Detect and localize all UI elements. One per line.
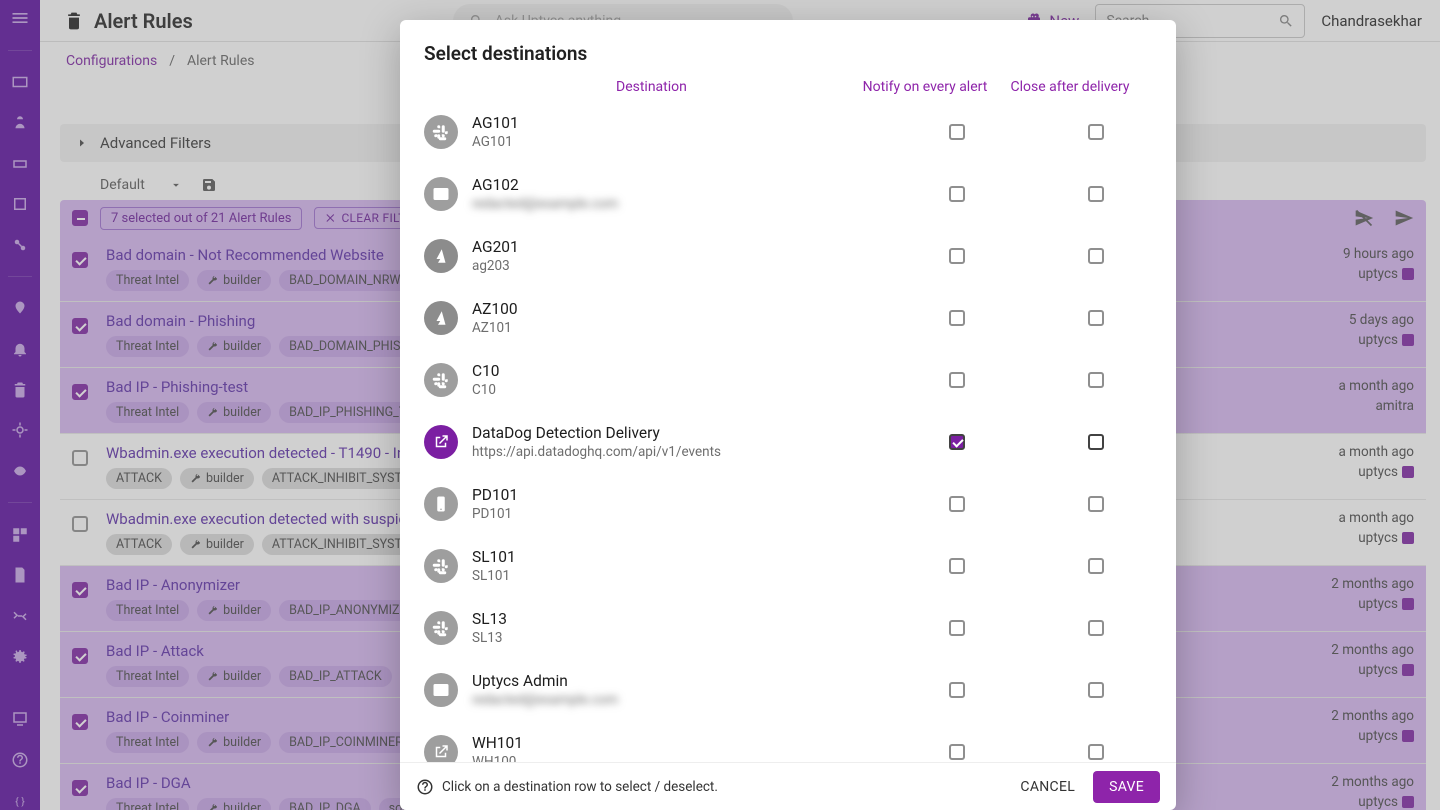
- close-checkbox[interactable]: [1088, 558, 1104, 574]
- destination-sub: SL101: [472, 568, 882, 584]
- notify-checkbox[interactable]: [949, 310, 965, 326]
- col-close: Close after delivery: [1000, 79, 1140, 95]
- notify-checkbox[interactable]: [949, 558, 965, 574]
- destination-row[interactable]: PD101 PD101: [424, 473, 1160, 535]
- destination-row[interactable]: C10C10: [424, 349, 1160, 411]
- azure-icon: [424, 239, 458, 273]
- destination-list[interactable]: AG101 AG101 AG102 redacted@example.com AG201…: [400, 101, 1172, 762]
- col-destination: Destination: [436, 79, 850, 95]
- notify-checkbox[interactable]: [949, 496, 965, 512]
- notify-checkbox[interactable]: [949, 248, 965, 264]
- destination-name: AG201: [472, 238, 882, 256]
- notify-checkbox[interactable]: [949, 682, 965, 698]
- close-checkbox[interactable]: [1088, 496, 1104, 512]
- close-checkbox[interactable]: [1088, 124, 1104, 140]
- webhook-icon: [424, 425, 458, 459]
- notify-checkbox[interactable]: [949, 620, 965, 636]
- destination-name: C10: [472, 362, 882, 380]
- email-icon: [424, 177, 458, 211]
- destination-sub: redacted@example.com: [472, 196, 882, 212]
- destination-name: Uptycs Admin: [472, 672, 882, 690]
- destination-sub: https://api.datadoghq.com/api/v1/events: [472, 444, 882, 460]
- help-icon: [416, 778, 434, 796]
- destination-row[interactable]: AZ100 AZ101: [424, 287, 1160, 349]
- destination-sub: SL13: [472, 630, 882, 646]
- destination-sub: ag203: [472, 258, 882, 274]
- modal-hint: Click on a destination row to select / d…: [442, 779, 718, 795]
- save-button[interactable]: SAVE: [1093, 771, 1160, 803]
- destination-name: AG102: [472, 176, 882, 194]
- destination-row[interactable]: WH101 WH100: [424, 721, 1160, 762]
- destination-row[interactable]: AG201 ag203: [424, 225, 1160, 287]
- destination-name: WH101: [472, 734, 882, 752]
- webhook-icon: [424, 735, 458, 762]
- destination-name: AG101: [472, 114, 882, 132]
- notify-checkbox[interactable]: [949, 124, 965, 140]
- azure-icon: [424, 301, 458, 335]
- modal-column-headers: Destination Notify on every alert Close …: [400, 75, 1176, 101]
- destination-row[interactable]: AG102 redacted@example.com: [424, 163, 1160, 225]
- close-checkbox[interactable]: [1088, 682, 1104, 698]
- destination-name: SL101: [472, 548, 882, 566]
- destination-name: SL13: [472, 610, 882, 628]
- notify-checkbox[interactable]: [949, 434, 965, 450]
- slack-icon: [424, 115, 458, 149]
- destination-sub: WH100: [472, 754, 882, 762]
- destination-sub: PD101: [472, 506, 882, 522]
- destination-sub: C10: [472, 382, 882, 398]
- destination-sub: AG101: [472, 134, 882, 150]
- destination-row[interactable]: SL101 SL101: [424, 535, 1160, 597]
- slack-icon: [424, 611, 458, 645]
- destination-row[interactable]: AG101 AG101: [424, 101, 1160, 163]
- notify-checkbox[interactable]: [949, 186, 965, 202]
- destination-row[interactable]: Uptycs Admin redacted@example.com: [424, 659, 1160, 721]
- cancel-button[interactable]: CANCEL: [1010, 771, 1085, 803]
- notify-checkbox[interactable]: [949, 744, 965, 760]
- destination-sub: redacted@example.com: [472, 692, 882, 708]
- modal-title: Select destinations: [400, 20, 1176, 75]
- destination-row[interactable]: SL13 SL13: [424, 597, 1160, 659]
- destination-name: AZ100: [472, 300, 882, 318]
- slack-icon: [424, 363, 458, 397]
- destination-name: PD101: [472, 486, 882, 504]
- email-icon: [424, 673, 458, 707]
- col-notify: Notify on every alert: [850, 79, 1000, 95]
- close-checkbox[interactable]: [1088, 186, 1104, 202]
- notify-checkbox[interactable]: [949, 372, 965, 388]
- close-checkbox[interactable]: [1088, 310, 1104, 326]
- close-checkbox[interactable]: [1088, 372, 1104, 388]
- destination-sub: AZ101: [472, 320, 882, 336]
- slack-icon: [424, 549, 458, 583]
- close-checkbox[interactable]: [1088, 434, 1104, 450]
- close-checkbox[interactable]: [1088, 620, 1104, 636]
- select-destinations-modal: Select destinations Destination Notify o…: [400, 20, 1176, 810]
- destination-row[interactable]: DataDog Detection Delivery https://api.da…: [424, 411, 1160, 473]
- close-checkbox[interactable]: [1088, 744, 1104, 760]
- destination-name: DataDog Detection Delivery: [472, 424, 882, 442]
- modal-footer: Click on a destination row to select / d…: [400, 762, 1176, 810]
- phone-icon: [424, 487, 458, 521]
- close-checkbox[interactable]: [1088, 248, 1104, 264]
